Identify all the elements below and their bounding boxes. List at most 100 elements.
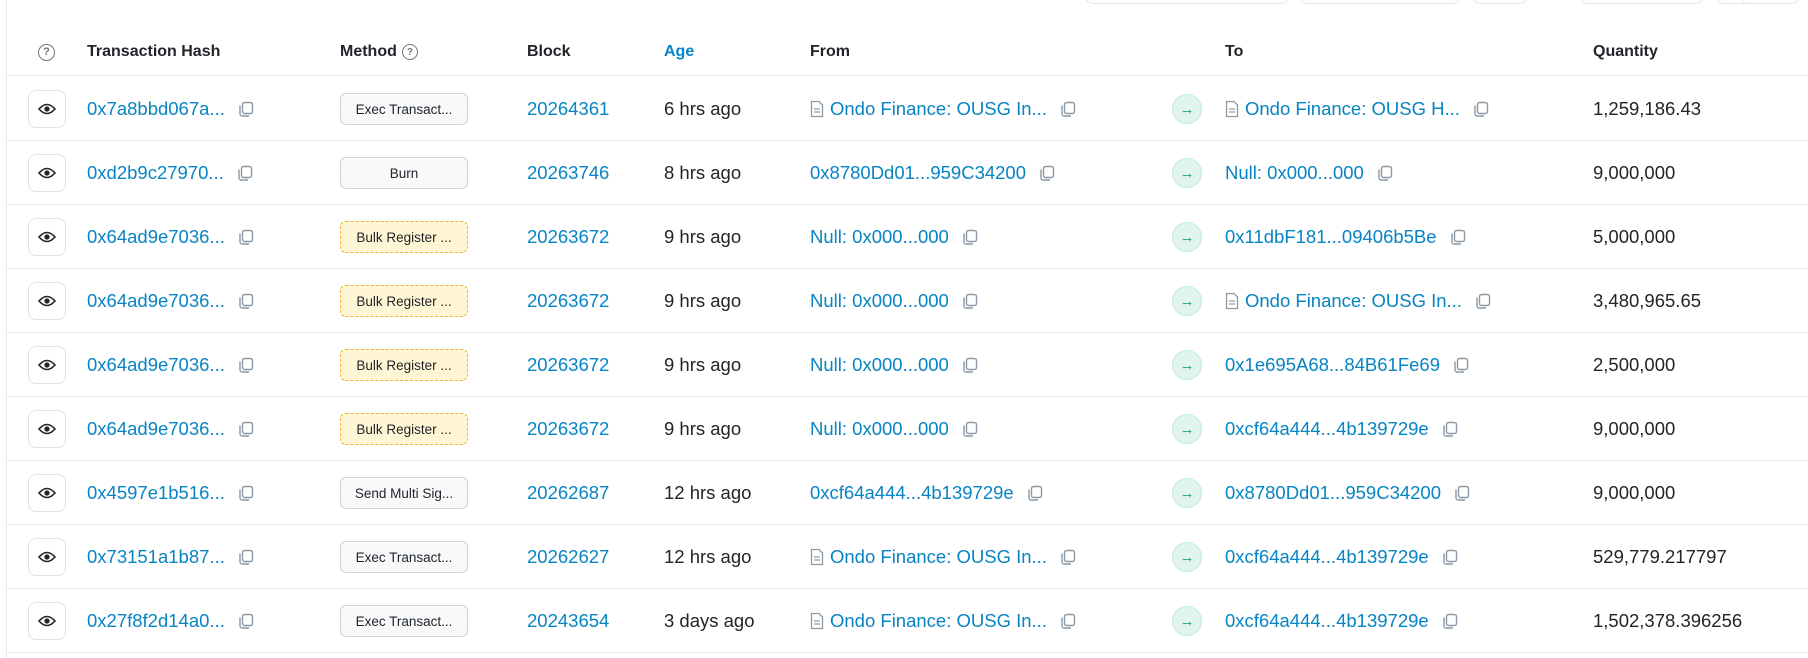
preview-button[interactable] [28,90,66,128]
to-address-link[interactable]: Null: 0x000...000 [1225,162,1364,184]
copy-icon[interactable] [237,484,255,502]
copy-icon[interactable] [237,548,255,566]
to-address-link[interactable]: 0x8780Dd01...959C34200 [1225,482,1441,504]
age-cell: 9 hrs ago [664,333,741,397]
copy-icon[interactable] [1441,548,1459,566]
method-badge: Exec Transact... [340,541,468,573]
tx-hash-link[interactable]: 0x7a8bbd067a... [87,98,225,120]
to-cell: 0xcf64a444...4b139729e [1225,589,1459,653]
copy-icon[interactable] [1059,612,1077,630]
tx-hash-link[interactable]: 0x27f8f2d14a0... [87,610,225,632]
copy-icon[interactable] [237,420,255,438]
tx-hash-link[interactable]: 0x64ad9e7036... [87,354,225,376]
copy-icon[interactable] [237,100,255,118]
copy-icon[interactable] [1441,612,1459,630]
to-address-link[interactable]: 0xcf64a444...4b139729e [1225,546,1429,568]
age-cell: 3 days ago [664,589,755,653]
help-icon[interactable]: ? [401,44,418,60]
block-link[interactable]: 20264361 [527,98,609,120]
to-address-link[interactable]: 0x1e695A68...84B61Fe69 [1225,354,1440,376]
to-address-link[interactable]: 0xcf64a444...4b139729e [1225,418,1429,440]
from-address-link[interactable]: Ondo Finance: OUSG In... [830,98,1047,120]
row-preview-cell [28,205,66,269]
tx-hash-link[interactable]: 0x64ad9e7036... [87,418,225,440]
block-link[interactable]: 20263672 [527,226,609,248]
age-text: 12 hrs ago [664,482,752,503]
direction-cell: → [1172,269,1202,333]
from-address-link[interactable]: Null: 0x000...000 [810,290,949,312]
copy-icon[interactable] [1449,228,1467,246]
tx-hash-link[interactable]: 0x4597e1b516... [87,482,225,504]
block-link[interactable]: 20262687 [527,482,609,504]
copy-icon[interactable] [961,420,979,438]
block-link[interactable]: 20263672 [527,418,609,440]
copy-icon[interactable] [961,356,979,374]
tx-hash-cell: 0xd2b9c27970... [87,141,254,205]
tx-hash-cell: 0x27f8f2d14a0... [87,589,255,653]
from-address-link[interactable]: Null: 0x000...000 [810,226,949,248]
tx-hash-link[interactable]: 0xd2b9c27970... [87,162,224,184]
copy-icon[interactable] [236,164,254,182]
method-cell: Bulk Register ... [340,205,468,269]
block-cell: 20262627 [527,525,609,589]
copy-icon[interactable] [961,292,979,310]
method-cell: Send Multi Sig... [340,461,468,525]
preview-button[interactable] [28,410,66,448]
copy-icon[interactable] [1376,164,1394,182]
block-link[interactable]: 20263672 [527,290,609,312]
from-address-link[interactable]: Ondo Finance: OUSG In... [830,610,1047,632]
row-preview-cell [28,397,66,461]
copy-icon[interactable] [1452,356,1470,374]
block-link[interactable]: 20262627 [527,546,609,568]
from-address-link[interactable]: 0x8780Dd01...959C34200 [810,162,1026,184]
copy-icon[interactable] [961,228,979,246]
quantity-cell: 1,502,378.396256 [1593,589,1742,653]
copy-icon[interactable] [1474,292,1492,310]
from-address-link[interactable]: Null: 0x000...000 [810,354,949,376]
preview-button[interactable] [28,154,66,192]
copy-icon[interactable] [1441,420,1459,438]
header-help[interactable]: ? [38,28,55,76]
direction-cell: → [1172,461,1202,525]
tx-hash-link[interactable]: 0x64ad9e7036... [87,290,225,312]
copy-icon[interactable] [1059,548,1077,566]
copy-icon[interactable] [1038,164,1056,182]
copy-icon[interactable] [237,612,255,630]
preview-button[interactable] [28,218,66,256]
preview-button[interactable] [28,282,66,320]
age-text: 9 hrs ago [664,354,742,375]
table-row: 0x7a8bbd067a... Exec Transact... 20264361… [7,77,1808,141]
help-icon[interactable]: ? [38,43,55,61]
copy-icon[interactable] [237,228,255,246]
block-link[interactable]: 20243654 [527,610,609,632]
direction-cell: → [1172,141,1202,205]
to-address-link[interactable]: 0xcf64a444...4b139729e [1225,610,1429,632]
preview-button[interactable] [28,602,66,640]
from-address-link[interactable]: 0xcf64a444...4b139729e [810,482,1014,504]
copy-icon[interactable] [237,292,255,310]
copy-icon[interactable] [1453,484,1471,502]
tx-hash-link[interactable]: 0x73151a1b87... [87,546,225,568]
from-address-link[interactable]: Null: 0x000...000 [810,418,949,440]
quantity-cell: 9,000,000 [1593,461,1675,525]
to-address-link[interactable]: Ondo Finance: OUSG H... [1245,98,1460,120]
preview-button[interactable] [28,346,66,384]
preview-button[interactable] [28,474,66,512]
copy-icon[interactable] [1026,484,1044,502]
arrow-right-icon: → [1172,542,1202,572]
block-link[interactable]: 20263672 [527,354,609,376]
header-quantity: Quantity [1593,43,1658,60]
to-cell: 0xcf64a444...4b139729e [1225,397,1459,461]
copy-icon[interactable] [237,356,255,374]
quantity-text: 9,000,000 [1593,418,1676,439]
to-address-link[interactable]: Ondo Finance: OUSG In... [1245,290,1462,312]
eye-icon [38,295,56,307]
block-link[interactable]: 20263746 [527,162,609,184]
copy-icon[interactable] [1059,100,1077,118]
from-address-link[interactable]: Ondo Finance: OUSG In... [830,546,1047,568]
header-age[interactable]: Age [664,28,694,76]
tx-hash-link[interactable]: 0x64ad9e7036... [87,226,225,248]
preview-button[interactable] [28,538,66,576]
copy-icon[interactable] [1472,100,1490,118]
to-address-link[interactable]: 0x11dbF181...09406b5Be [1225,226,1437,248]
